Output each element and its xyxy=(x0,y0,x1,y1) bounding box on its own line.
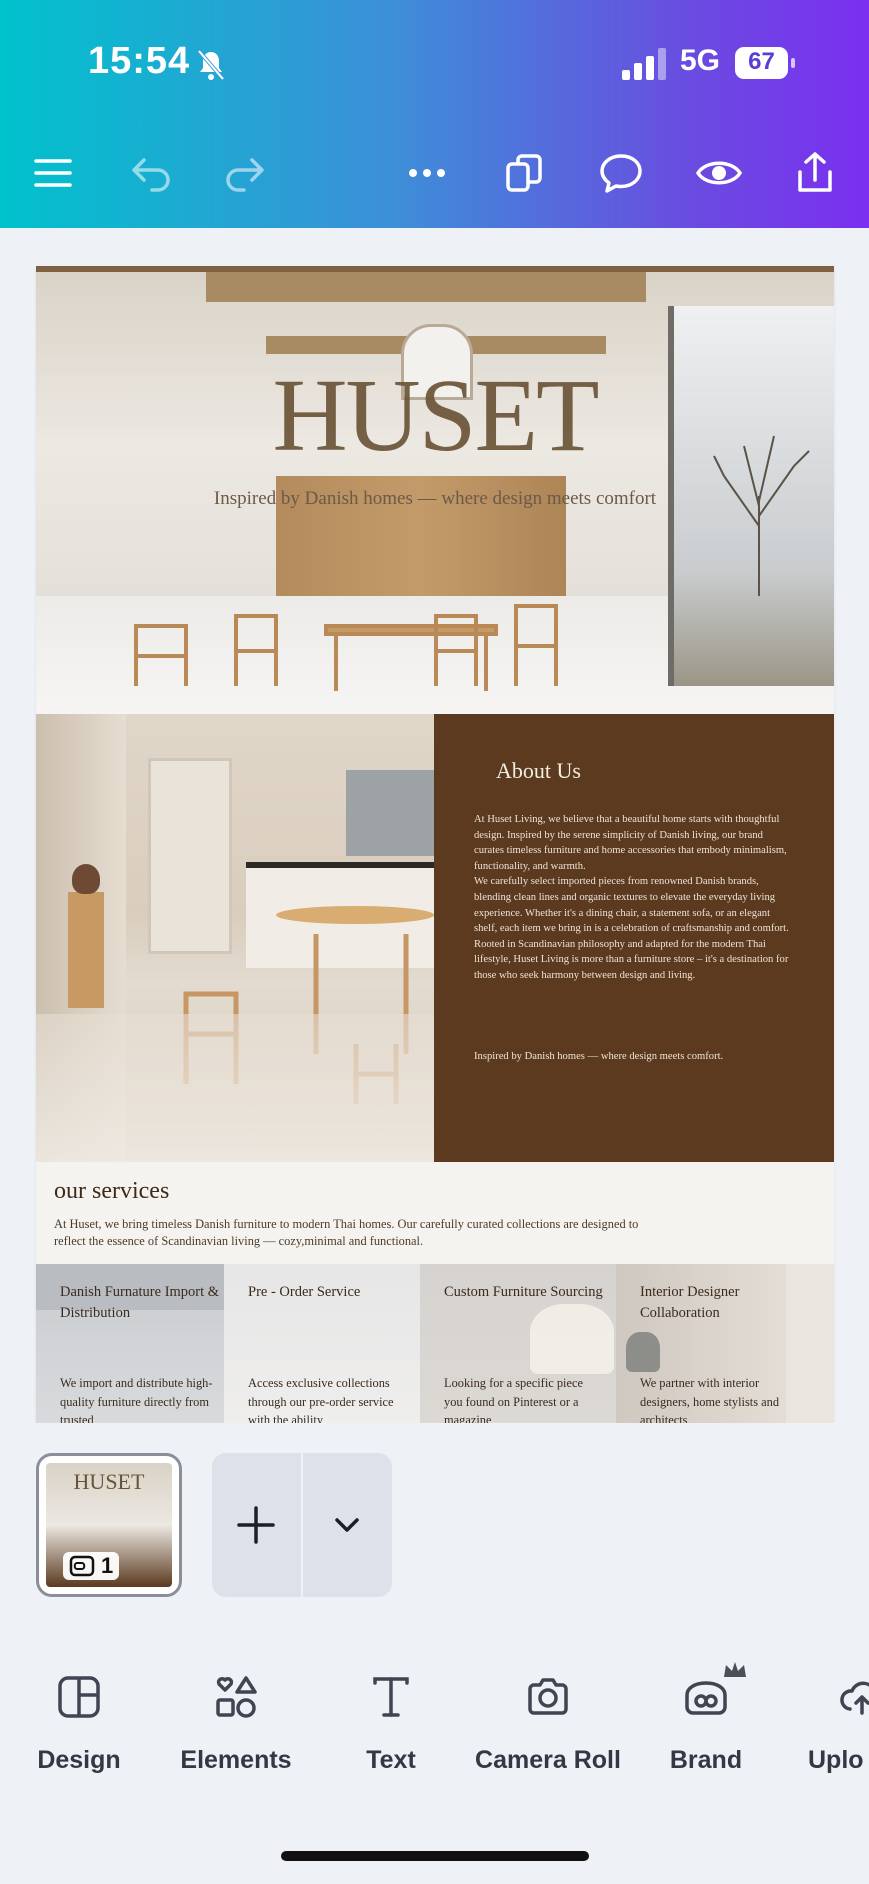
design-icon xyxy=(58,1676,100,1718)
nav-label: Elements xyxy=(180,1746,292,1774)
nav-elements[interactable]: Elements xyxy=(170,1673,302,1775)
more-icon[interactable] xyxy=(404,150,450,196)
about-paragraph: We carefully select imported pieces from… xyxy=(474,876,789,935)
nav-label: Design xyxy=(37,1746,121,1774)
chevron-down-icon xyxy=(335,1518,359,1532)
pages-icon[interactable] xyxy=(502,150,548,196)
editor-canvas[interactable]: HUSET Inspired by Danish homes — where d… xyxy=(0,228,869,1423)
network-type: 5G xyxy=(680,44,721,77)
preview-icon[interactable] xyxy=(695,150,743,196)
service-card-title: Pre - Order Service xyxy=(248,1284,361,1300)
add-page-button[interactable] xyxy=(212,1453,301,1597)
service-card-body: We import and distribute high-quality fu… xyxy=(60,1376,213,1423)
undo-icon[interactable] xyxy=(128,150,174,196)
service-card-body: We partner with interior designers, home… xyxy=(640,1376,780,1423)
text-icon xyxy=(373,1677,409,1717)
nav-label: Uplo xyxy=(808,1746,864,1774)
battery-icon: 67 xyxy=(735,47,795,79)
nav-design[interactable]: Design xyxy=(26,1673,132,1775)
service-card[interactable]: Pre - Order Service Access exclusive col… xyxy=(224,1264,420,1423)
nav-label: Brand xyxy=(669,1746,743,1774)
top-bar: 15:54 5G 67 xyxy=(0,0,869,228)
add-page-group xyxy=(212,1453,392,1597)
pages-icon xyxy=(69,1555,95,1577)
service-card[interactable]: Danish Furnature Import & Distribution W… xyxy=(36,1264,224,1423)
elements-icon xyxy=(216,1676,257,1718)
service-card[interactable]: Interior Designer Collaboration We partn… xyxy=(616,1264,834,1423)
service-card-body: Looking for a specific piece you found o… xyxy=(444,1376,583,1423)
silent-bell-icon xyxy=(197,49,225,81)
page-count: 1 xyxy=(101,1553,114,1578)
hero-image[interactable]: HUSET Inspired by Danish homes — where d… xyxy=(36,266,834,714)
nav-uploads[interactable]: Uplo xyxy=(808,1673,869,1775)
page-options-button[interactable] xyxy=(303,1453,392,1597)
design-page[interactable]: HUSET Inspired by Danish homes — where d… xyxy=(36,266,834,1423)
home-indicator[interactable] xyxy=(281,1851,589,1861)
hero-tagline[interactable]: Inspired by Danish homes — where design … xyxy=(36,488,834,510)
service-card-title: Interior Designer Collaboration xyxy=(640,1284,740,1321)
service-card[interactable]: Custom Furniture Sourcing Looking for a … xyxy=(420,1264,616,1423)
thumbnail-title: HUSET xyxy=(73,1469,145,1494)
about-photo[interactable] xyxy=(36,714,434,1162)
about-section[interactable]: About Us At Huset Living, we believe tha… xyxy=(434,714,834,1162)
services-body[interactable]: At Huset, we bring timeless Danish furni… xyxy=(54,1216,654,1249)
nav-label: Text xyxy=(366,1746,416,1774)
nav-brand[interactable]: Brand xyxy=(656,1662,756,1775)
comment-icon[interactable] xyxy=(598,150,644,196)
service-card-body: Access exclusive collections through our… xyxy=(248,1376,394,1423)
page-thumbnail[interactable]: HUSET 1 xyxy=(36,1453,182,1597)
about-paragraph: At Huset Living, we believe that a beaut… xyxy=(474,814,787,872)
signal-icon xyxy=(622,48,666,80)
status-time: 15:54 xyxy=(88,40,191,82)
battery-level: 67 xyxy=(748,48,775,75)
crown-icon xyxy=(724,1662,746,1677)
about-body[interactable]: At Huset Living, we believe that a beaut… xyxy=(474,812,794,984)
services-title[interactable]: our services xyxy=(54,1178,169,1205)
page-count-badge: 1 xyxy=(63,1552,120,1580)
hero-title[interactable]: HUSET xyxy=(36,356,834,475)
service-card-title: Custom Furniture Sourcing xyxy=(444,1284,603,1300)
nav-text[interactable]: Text xyxy=(340,1673,442,1775)
camera-icon xyxy=(528,1678,568,1715)
upload-icon xyxy=(840,1681,869,1715)
bottom-panel: HUSET 1 Design Elements Text Camera Roll… xyxy=(0,1423,869,1884)
nav-label: Camera Roll xyxy=(475,1746,621,1774)
plus-icon xyxy=(237,1506,275,1544)
nav-camera-roll[interactable]: Camera Roll xyxy=(472,1673,624,1775)
services-section[interactable]: our services At Huset, we bring timeless… xyxy=(36,1162,834,1264)
share-icon[interactable] xyxy=(792,150,838,196)
chairs-illustration xyxy=(134,604,558,691)
about-paragraph: Rooted in Scandinavian philosophy and ad… xyxy=(474,938,789,981)
menu-icon[interactable] xyxy=(30,150,76,196)
redo-icon[interactable] xyxy=(222,150,268,196)
service-cards: Danish Furnature Import & Distribution W… xyxy=(36,1264,834,1423)
about-title[interactable]: About Us xyxy=(496,758,581,784)
service-card-title: Danish Furnature Import & Distribution xyxy=(60,1284,220,1321)
about-tagline[interactable]: Inspired by Danish homes — where design … xyxy=(474,1051,723,1062)
